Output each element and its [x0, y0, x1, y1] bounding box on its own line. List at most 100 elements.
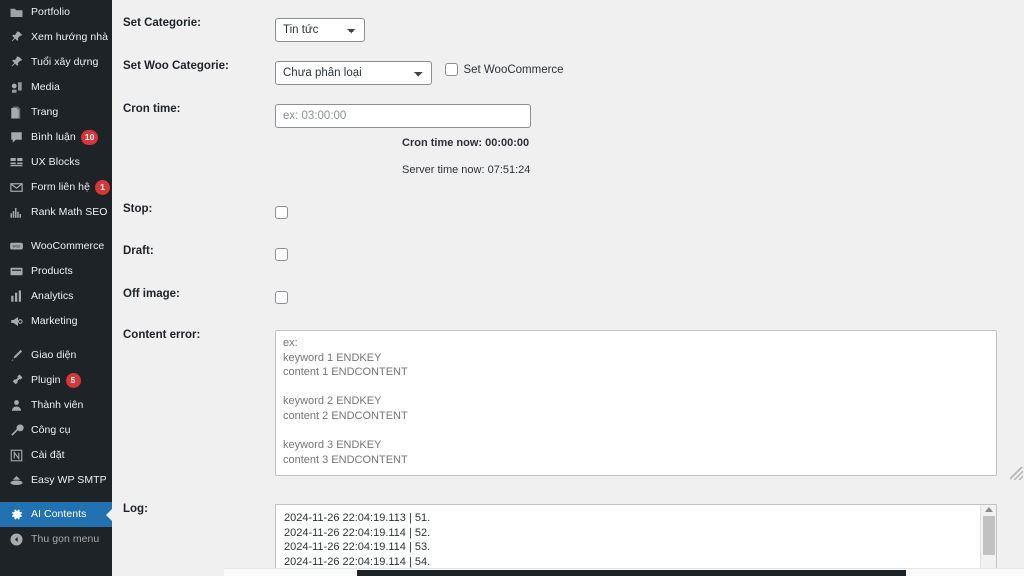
sidebar-item-label: Plugin	[31, 374, 61, 387]
set-woo-categorie-select[interactable]: Chưa phân loại	[275, 61, 432, 85]
sidebar-item-products[interactable]: Products	[0, 259, 112, 284]
sidebar-item-label: Easy WP SMTP	[31, 474, 107, 487]
set-woocommerce-checkbox-label[interactable]: Set WooCommerce	[445, 63, 564, 76]
collapse-icon	[8, 532, 24, 548]
label-log: Log:	[123, 503, 148, 515]
log-text: 2024-11-26 22:04:19.113 | 51. 2024-11-26…	[284, 512, 431, 575]
sidebar-item-label: Cài đặt	[31, 449, 65, 462]
sidebar-item-label: Portfolio	[31, 6, 70, 19]
server-time-now-text: Server time now: 07:51:24	[402, 164, 531, 176]
log-scrollbar-thumb[interactable]	[983, 516, 995, 555]
sidebar-item-giao-di-n[interactable]: Giao diện	[0, 343, 112, 368]
row-set-woo-categorie: Set Woo Categorie: Chưa phân loại Set Wo…	[112, 60, 1024, 85]
sidebar-separator	[0, 334, 112, 343]
row-draft: Draft:	[112, 245, 1024, 264]
sidebar-item-label: Thu gọn menu	[31, 533, 100, 546]
log-scrollbar[interactable]	[980, 505, 996, 575]
row-log: Log: 2024-11-26 22:04:19.113 | 51. 2024-…	[112, 503, 1024, 576]
pin-icon	[8, 55, 24, 71]
row-stop: Stop:	[112, 203, 1024, 222]
email-icon	[8, 180, 24, 196]
sidebar-item-label: Bình luận	[31, 131, 76, 144]
set-woocommerce-checkbox[interactable]	[445, 63, 459, 76]
sidebar-item-tu-i-x-y-d-ng[interactable]: Tuổi xây dựng	[0, 50, 112, 75]
sidebar-item-label: Products	[31, 265, 73, 278]
sidebar-item-analytics[interactable]: Analytics	[0, 284, 112, 309]
sidebar-item-label: Media	[31, 81, 60, 94]
appearance-icon	[8, 348, 24, 364]
control-stop	[275, 204, 1024, 222]
sidebar-item-media[interactable]: Media	[0, 75, 112, 100]
row-cron-time: Cron time:	[112, 103, 1024, 128]
media-icon	[8, 80, 24, 96]
sidebar-item-label: Form liên hệ	[31, 181, 90, 194]
horizontal-scrollbar-thumb[interactable]	[357, 570, 906, 576]
sidebar-item-badge: 1	[94, 180, 110, 195]
sidebar-item-c-ng-c[interactable]: Công cụ	[0, 418, 112, 443]
svg-text:woo: woo	[12, 244, 20, 249]
settings-icon	[8, 448, 24, 464]
label-cron-time: Cron time:	[123, 103, 181, 115]
sidebar-item-marketing[interactable]: Marketing	[0, 309, 112, 334]
label-stop: Stop:	[123, 203, 153, 215]
cron-time-input[interactable]	[275, 104, 531, 128]
sidebar-item-rank-math-seo[interactable]: Rank Math SEO	[0, 200, 112, 225]
sidebar-item-thu-g-n-menu[interactable]: Thu gọn menu	[0, 527, 112, 552]
set-woocommerce-text: Set WooCommerce	[463, 63, 564, 76]
admin-sidebar: Portfolio Xem hướng nhà Tuổi xây dựng Media…	[0, 0, 112, 576]
tools-icon	[8, 423, 24, 439]
control-draft	[275, 246, 1024, 264]
sidebar-item-trang[interactable]: Trang	[0, 100, 112, 125]
sidebar-item-label: Công cụ	[31, 424, 71, 437]
stop-checkbox[interactable]	[275, 206, 288, 220]
off-image-checkbox[interactable]	[275, 291, 288, 305]
content-error-textarea[interactable]	[275, 330, 997, 476]
sidebar-separator	[0, 225, 112, 234]
sidebar-item-th-nh-vi-n[interactable]: Thành viên	[0, 393, 112, 418]
cron-time-now-text: Cron time now: 00:00:00	[402, 137, 530, 149]
blocks-icon	[8, 155, 24, 171]
control-off-image	[275, 289, 1024, 307]
comments-icon	[8, 130, 24, 146]
sidebar-separator	[0, 493, 112, 502]
sidebar-item-woocommerce[interactable]: woo WooCommerce	[0, 234, 112, 259]
sidebar-item-plugin[interactable]: Plugin 5	[0, 368, 112, 393]
draft-checkbox[interactable]	[275, 248, 288, 262]
pin-icon	[8, 30, 24, 46]
label-draft: Draft:	[123, 245, 154, 257]
label-set-woo-categorie: Set Woo Categorie:	[123, 60, 229, 72]
sidebar-item-portfolio[interactable]: Portfolio	[0, 0, 112, 25]
sidebar-item-label: Tuổi xây dựng	[31, 56, 99, 69]
sidebar-item-label: Giao diện	[31, 349, 77, 362]
label-content-error: Content error:	[123, 329, 201, 341]
sidebar-item-label: Marketing	[31, 315, 78, 328]
users-icon	[8, 398, 24, 414]
sidebar-item-label: Rank Math SEO	[31, 206, 108, 219]
admin-page: Portfolio Xem hướng nhà Tuổi xây dựng Media…	[0, 0, 1024, 576]
smtp-icon	[8, 473, 24, 489]
sidebar-item-form-li-n-h[interactable]: Form liên hệ 1	[0, 175, 112, 200]
main-content: Set Categorie: Tin tức Set Woo Categorie…	[112, 0, 1024, 576]
control-cron-time	[275, 104, 1024, 128]
set-categorie-select[interactable]: Tin tức	[275, 18, 365, 42]
sidebar-item-xem-h-ng-nh[interactable]: Xem hướng nhà	[0, 25, 112, 50]
horizontal-scrollbar[interactable]	[224, 568, 1024, 576]
sidebar-item-easy-wp-smtp[interactable]: Easy WP SMTP	[0, 468, 112, 493]
log-box[interactable]: 2024-11-26 22:04:19.113 | 51. 2024-11-26…	[275, 504, 997, 576]
sidebar-item-label: UX Blocks	[31, 156, 80, 169]
sidebar-item-ai-contents[interactable]: AI Contents	[0, 502, 112, 527]
portfolio-icon	[8, 5, 24, 21]
row-content-error: Content error:	[112, 329, 1024, 481]
woocommerce-icon: woo	[8, 239, 24, 255]
sidebar-item-b-nh-lu-n[interactable]: Bình luận 10	[0, 125, 112, 150]
content-error-resize-handle[interactable]	[1010, 467, 1023, 480]
scroll-up-arrow-icon[interactable]	[984, 507, 993, 512]
marketing-icon	[8, 314, 24, 330]
label-off-image: Off image:	[123, 288, 180, 300]
label-set-categorie: Set Categorie:	[123, 17, 201, 29]
sidebar-item-c-i-t[interactable]: Cài đặt	[0, 443, 112, 468]
sidebar-item-ux-blocks[interactable]: UX Blocks	[0, 150, 112, 175]
sidebar-item-badge: 5	[65, 373, 81, 388]
analytics-icon	[8, 289, 24, 305]
sidebar-item-label: Trang	[31, 106, 59, 119]
